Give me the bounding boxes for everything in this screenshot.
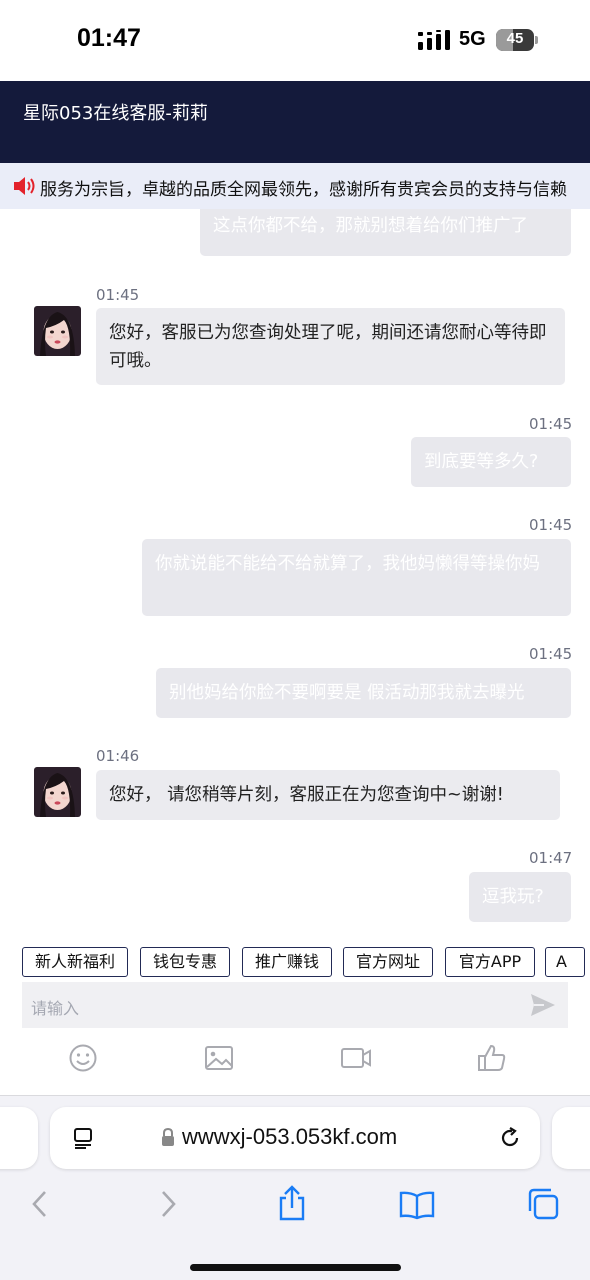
page-menu-icon[interactable] (72, 1127, 94, 1149)
message-text: 到底要等多久? (424, 452, 539, 472)
message-bubble-sent[interactable]: 逗我玩? (469, 872, 571, 922)
browser-bottom-bar: wwwxj-053.053kf.com (0, 1095, 590, 1280)
agent-avatar (34, 767, 81, 817)
battery-percent: 45 (506, 30, 524, 47)
message-time: 01:45 (529, 645, 573, 663)
quick-tag-official-app[interactable]: 官方APP (445, 947, 535, 977)
status-time: 01:47 (77, 24, 141, 52)
video-icon[interactable] (338, 1040, 374, 1076)
message-bubble-received[interactable]: 您好， 请您稍等片刻，客服正在为您查询中~谢谢! (96, 770, 560, 820)
back-icon[interactable] (28, 1189, 52, 1219)
chat-toolbar (0, 1040, 590, 1080)
next-tab-preview[interactable] (552, 1107, 590, 1169)
message-text: 这点你都不给，那就别想着给你们推广了 (213, 216, 528, 236)
status-bar: 01:47 5G 45 (0, 0, 590, 80)
reload-icon[interactable] (498, 1126, 522, 1150)
message-time: 01:45 (529, 516, 573, 534)
quick-tag-promotion-earn[interactable]: 推广赚钱 (242, 947, 332, 977)
message-text: 逗我玩? (482, 887, 544, 907)
chat-header: 星际053在线客服-莉莉 (0, 81, 590, 163)
image-icon[interactable] (201, 1040, 237, 1076)
message-input[interactable]: 请输入 (22, 982, 568, 1028)
bookmarks-icon[interactable] (398, 1190, 436, 1220)
message-bubble-sent[interactable]: 这点你都不给，那就别想着给你们推广了 (200, 209, 571, 256)
message-time: 01:45 (529, 415, 573, 433)
message-bubble-sent[interactable]: 别他妈给你脸不要啊要是 假活动那我就去曝光 (156, 668, 571, 718)
forward-icon[interactable] (156, 1189, 180, 1219)
lock-icon (162, 1127, 174, 1146)
notice-marquee: 服务为宗旨，卓越的品质全网最领先，感谢所有贵宾会员的支持与信赖 (0, 163, 590, 209)
quick-tag-more[interactable]: A (545, 947, 585, 977)
message-bubble-sent[interactable]: 你就说能不能给不给就算了，我他妈懒得等操你妈 (142, 539, 571, 616)
quick-reply-tags: 新人新福利 钱包专惠 推广赚钱 官方网址 官方APP A (22, 947, 590, 977)
message-text: 您好， 请您稍等片刻，客服正在为您查询中~谢谢! (109, 785, 504, 805)
url-text: wwwxj-053.053kf.com (182, 1124, 398, 1149)
notice-text: 服务为宗旨，卓越的品质全网最领先，感谢所有贵宾会员的支持与信赖 (40, 180, 567, 200)
quick-tag-official-website[interactable]: 官方网址 (343, 947, 433, 977)
emoji-icon[interactable] (65, 1040, 101, 1076)
page-title: 星际053在线客服-莉莉 (23, 103, 208, 124)
network-type: 5G (459, 28, 486, 50)
message-time: 01:45 (96, 286, 140, 304)
input-placeholder: 请输入 (31, 999, 80, 1018)
message-bubble-sent[interactable]: 到底要等多久? (411, 437, 571, 487)
message-text: 您好，客服已为您查询处理了呢，期间还请您耐心等待即可哦。 (109, 323, 547, 371)
thumbs-up-icon[interactable] (474, 1040, 510, 1076)
message-bubble-received[interactable]: 您好，客服已为您查询处理了呢，期间还请您耐心等待即可哦。 (96, 308, 565, 385)
tabs-icon[interactable] (525, 1186, 561, 1222)
speaker-icon (14, 177, 35, 195)
home-indicator (190, 1264, 401, 1271)
message-text: 你就说能不能给不给就算了，我他妈懒得等操你妈 (155, 554, 540, 574)
address-bar[interactable]: wwwxj-053.053kf.com (50, 1107, 540, 1169)
quick-tag-wallet-offer[interactable]: 钱包专惠 (140, 947, 230, 977)
message-time: 01:47 (529, 849, 573, 867)
agent-avatar (34, 306, 81, 356)
chat-message-list[interactable]: 这点你都不给，那就别想着给你们推广了 01:45 您好，客服已为您查询处理了呢，… (0, 209, 590, 939)
message-time: 01:46 (96, 747, 140, 765)
cellular-signal-icon (418, 30, 450, 50)
battery-icon: 45 (496, 29, 538, 51)
send-icon[interactable] (529, 991, 557, 1019)
message-text: 别他妈给你脸不要啊要是 假活动那我就去曝光 (169, 683, 525, 703)
share-icon[interactable] (276, 1184, 308, 1222)
previous-tab-preview[interactable] (0, 1107, 38, 1169)
quick-tag-new-user-benefit[interactable]: 新人新福利 (22, 947, 128, 977)
